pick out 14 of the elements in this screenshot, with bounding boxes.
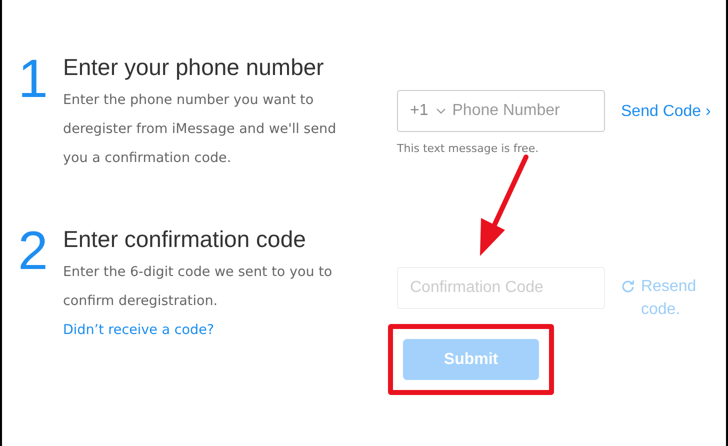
chevron-down-icon bbox=[436, 108, 446, 114]
didnt-receive-link[interactable]: Didn’t receive a code? bbox=[63, 322, 214, 338]
refresh-icon bbox=[621, 279, 635, 293]
phone-field[interactable]: +1 Phone Number bbox=[397, 90, 605, 132]
step-number: 2 bbox=[18, 224, 50, 283]
step-number: 1 bbox=[18, 52, 50, 111]
step-title: Enter your phone number bbox=[63, 53, 325, 82]
step-description: Enter the 6-digit code we sent to you to confirm deregistration. Didn’t receive a code? bbox=[63, 263, 334, 340]
country-code-select[interactable]: +1 bbox=[410, 102, 446, 120]
send-code-link[interactable]: Send Code › bbox=[621, 100, 711, 122]
phone-number-input[interactable]: Phone Number bbox=[452, 102, 604, 120]
step-title: Enter confirmation code bbox=[63, 225, 307, 254]
step-description: Enter the phone number you want to deregister from iMessage and we'll send you a confirmation code. bbox=[63, 91, 338, 168]
hint-text: This text message is free. bbox=[397, 142, 540, 155]
